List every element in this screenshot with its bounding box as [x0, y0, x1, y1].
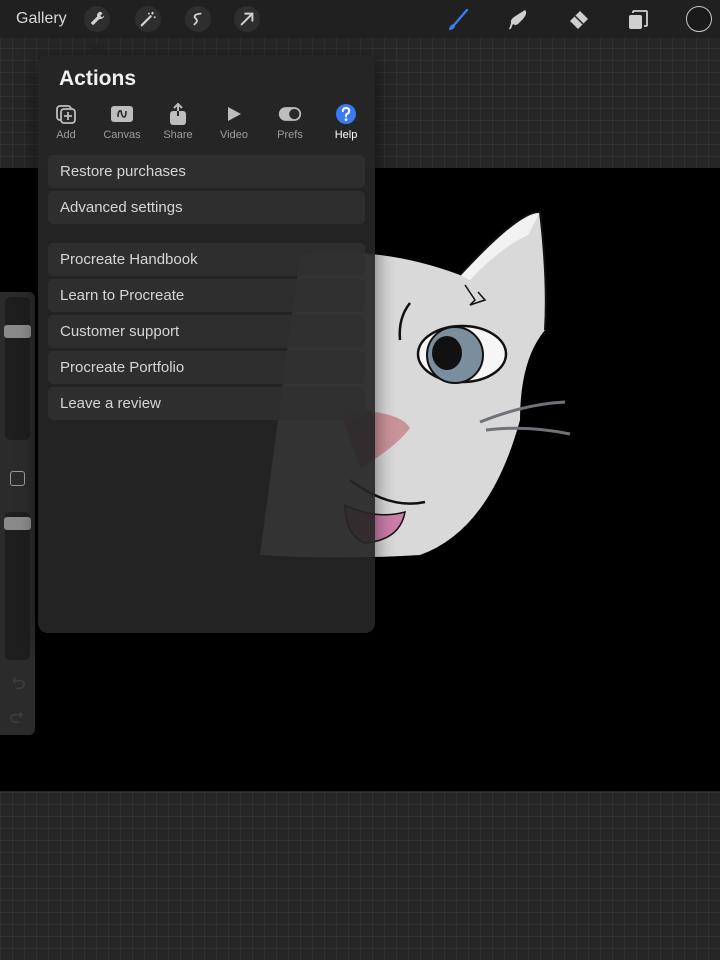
transform-button[interactable] [234, 6, 260, 32]
adjustments-button[interactable] [135, 6, 161, 32]
transform-arrow-icon [240, 12, 254, 26]
layers-tool[interactable] [624, 6, 652, 34]
menu-item-restore-purchases[interactable]: Restore purchases [48, 155, 365, 188]
layers-icon [629, 10, 648, 29]
tab-label: Canvas [103, 129, 141, 141]
menu-item-procreate-handbook[interactable]: Procreate Handbook [48, 243, 365, 276]
actions-panel: Actions Add Canvas Share Video Prefs Hel… [38, 55, 375, 633]
brush-sidebar [0, 292, 35, 735]
undo-icon[interactable] [9, 674, 26, 691]
tab-label: Add [56, 129, 76, 141]
tab-label: Video [220, 129, 248, 141]
menu-item-learn-to-procreate[interactable]: Learn to Procreate [48, 279, 365, 312]
tab-label: Share [163, 129, 193, 141]
brush-size-thumb[interactable] [4, 325, 31, 338]
tab-canvas[interactable]: Canvas [94, 103, 150, 145]
toggle-icon [278, 107, 302, 121]
gallery-button[interactable]: Gallery [16, 10, 67, 28]
tab-prefs[interactable]: Prefs [262, 103, 318, 145]
menu-item-leave-a-review[interactable]: Leave a review [48, 387, 365, 420]
wrench-icon [90, 11, 105, 26]
brush-tool[interactable] [444, 6, 472, 34]
help-icon [336, 104, 356, 124]
opacity-thumb[interactable] [4, 517, 31, 530]
magic-wand-icon [140, 11, 156, 27]
selection-icon [193, 12, 202, 26]
color-icon[interactable] [686, 6, 712, 32]
video-play-icon [228, 107, 241, 121]
add-icon [56, 105, 76, 124]
tab-label: Help [334, 129, 358, 141]
eraser-tool[interactable] [564, 6, 592, 34]
actions-button[interactable] [84, 6, 110, 32]
menu-item-customer-support[interactable]: Customer support [48, 315, 365, 348]
tab-add[interactable]: Add [38, 103, 94, 145]
tab-help[interactable]: Help [318, 103, 374, 145]
brush-size-slider[interactable] [4, 297, 31, 440]
tab-share[interactable]: Share [150, 103, 206, 145]
share-icon [170, 103, 186, 125]
modify-button[interactable] [10, 471, 25, 486]
top-toolbar: Gallery [0, 0, 720, 38]
tab-video[interactable]: Video [206, 103, 262, 145]
menu-item-advanced-settings[interactable]: Advanced settings [48, 191, 365, 224]
tab-label: Prefs [277, 129, 303, 141]
selection-button[interactable] [185, 6, 211, 32]
eraser-icon [570, 11, 588, 29]
panel-title: Actions [59, 67, 137, 90]
canvas-icon [111, 106, 133, 122]
redo-icon[interactable] [9, 708, 26, 725]
opacity-slider[interactable] [4, 512, 31, 660]
smudge-tool[interactable] [504, 6, 532, 34]
menu-item-procreate-portfolio[interactable]: Procreate Portfolio [48, 351, 365, 384]
smudge-icon [509, 10, 527, 30]
brush-icon [449, 8, 469, 30]
